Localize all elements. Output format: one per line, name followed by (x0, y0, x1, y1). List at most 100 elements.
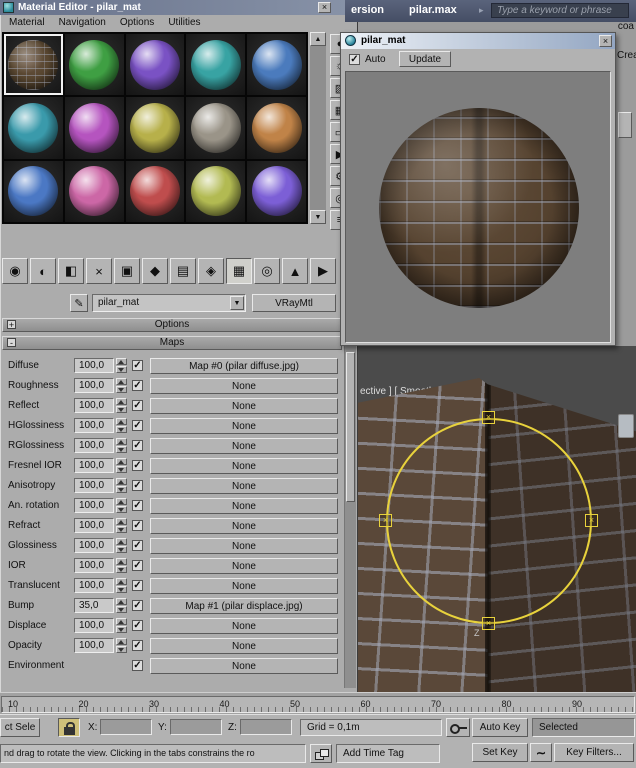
spinner-up-icon[interactable] (116, 558, 127, 565)
preview-title-bar[interactable]: pilar_mat (341, 33, 615, 49)
spinner-up-icon[interactable] (116, 438, 127, 445)
search-input[interactable] (491, 3, 629, 18)
map-amount-input[interactable]: 35,0 (74, 598, 114, 613)
map-slot-button[interactable]: None (150, 378, 338, 394)
map-slot-button[interactable]: None (150, 618, 338, 634)
amount-spinner[interactable] (116, 478, 127, 493)
spinner-down-icon[interactable] (116, 626, 127, 633)
map-enable-checkbox[interactable]: ✓ (132, 360, 143, 371)
map-enable-checkbox[interactable]: ✓ (132, 540, 143, 551)
spinner-down-icon[interactable] (116, 446, 127, 453)
amount-spinner[interactable] (116, 358, 127, 373)
spinner-up-icon[interactable] (116, 618, 127, 625)
add-time-tag[interactable]: Add Time Tag (336, 744, 440, 763)
map-slot-button[interactable]: None (150, 438, 338, 454)
reset-map-icon[interactable]: × (86, 258, 112, 284)
amount-spinner[interactable] (116, 458, 127, 473)
map-slot-button[interactable]: None (150, 638, 338, 654)
sample-slot-3[interactable] (186, 34, 246, 96)
spinner-up-icon[interactable] (116, 578, 127, 585)
sample-slot-9[interactable] (247, 97, 306, 159)
map-amount-input[interactable]: 100,0 (74, 558, 114, 573)
set-key-button[interactable]: Set Key (472, 743, 528, 762)
spinner-down-icon[interactable] (116, 586, 127, 593)
map-slot-button[interactable]: None (150, 478, 338, 494)
map-amount-input[interactable]: 100,0 (74, 638, 114, 653)
rollout-expand-icon[interactable]: + (7, 320, 16, 330)
amount-spinner[interactable] (116, 578, 127, 593)
map-amount-input[interactable]: 100,0 (74, 378, 114, 393)
sample-slot-11[interactable] (64, 160, 124, 222)
sample-slot-10[interactable] (4, 160, 63, 222)
amount-spinner[interactable] (116, 538, 127, 553)
rotate-gizmo-circle[interactable] (386, 418, 592, 624)
amount-spinner[interactable] (116, 558, 127, 573)
sample-slot-5[interactable] (4, 97, 63, 159)
map-enable-checkbox[interactable]: ✓ (132, 640, 143, 651)
amount-spinner[interactable] (116, 398, 127, 413)
map-enable-checkbox[interactable]: ✓ (132, 420, 143, 431)
spinner-up-icon[interactable] (116, 518, 127, 525)
material-editor-close-button[interactable]: × (318, 2, 331, 13)
amount-spinner[interactable] (116, 378, 127, 393)
map-enable-checkbox[interactable]: ✓ (132, 500, 143, 511)
auto-key-button[interactable]: Auto Key (472, 718, 528, 737)
spinner-down-icon[interactable] (116, 566, 127, 573)
spinner-up-icon[interactable] (116, 498, 127, 505)
show-end-result-icon[interactable]: ◎ (254, 258, 280, 284)
rollout-options[interactable]: + Options (2, 318, 342, 332)
map-amount-input[interactable]: 100,0 (74, 498, 114, 513)
rollout-collapse-icon[interactable]: - (7, 338, 16, 348)
spinner-down-icon[interactable] (116, 546, 127, 553)
gizmo-handle-left[interactable]: × (379, 514, 392, 527)
go-forward-to-sibling-icon[interactable]: ▶ (310, 258, 336, 284)
spinner-down-icon[interactable] (116, 426, 127, 433)
amount-spinner[interactable] (116, 518, 127, 533)
assign-material-to-selection-icon[interactable]: ◧ (58, 258, 84, 284)
y-coordinate-field[interactable] (170, 719, 222, 735)
sample-slot-0[interactable] (4, 34, 63, 96)
amount-spinner[interactable] (116, 418, 127, 433)
gizmo-handle-top[interactable]: × (482, 411, 495, 424)
dropdown-arrow-icon[interactable]: ▼ (230, 296, 244, 310)
x-coordinate-field[interactable] (100, 719, 152, 735)
map-amount-input[interactable]: 100,0 (74, 438, 114, 453)
get-material-icon[interactable]: ◉ (2, 258, 28, 284)
amount-spinner[interactable] (116, 598, 127, 613)
spinner-down-icon[interactable] (116, 466, 127, 473)
menu-navigation[interactable]: Navigation (52, 15, 113, 28)
scroll-down-icon[interactable]: ▼ (310, 210, 326, 224)
map-amount-input[interactable]: 100,0 (74, 538, 114, 553)
spinner-up-icon[interactable] (116, 538, 127, 545)
spinner-down-icon[interactable] (116, 606, 127, 613)
sample-slot-14[interactable] (247, 160, 306, 222)
preview-close-button[interactable]: × (599, 35, 612, 47)
map-enable-checkbox[interactable]: ✓ (132, 580, 143, 591)
select-button-fragment[interactable]: ct Sele (0, 718, 40, 737)
map-enable-checkbox[interactable]: ✓ (132, 400, 143, 411)
map-slot-button[interactable]: Map #0 (pilar diffuse.jpg) (150, 358, 338, 374)
sample-slot-13[interactable] (186, 160, 246, 222)
map-slot-button[interactable]: None (150, 538, 338, 554)
key-mode-toggle-button[interactable]: ∼ (530, 743, 552, 762)
map-enable-checkbox[interactable]: ✓ (132, 440, 143, 451)
auto-update-checkbox[interactable]: ✓ (349, 54, 360, 65)
spinner-down-icon[interactable] (116, 406, 127, 413)
map-enable-checkbox[interactable]: ✓ (132, 460, 143, 471)
spinner-up-icon[interactable] (116, 458, 127, 465)
map-amount-input[interactable]: 100,0 (74, 578, 114, 593)
map-amount-input[interactable]: 100,0 (74, 518, 114, 533)
map-slot-button[interactable]: None (150, 458, 338, 474)
map-slot-button[interactable]: None (150, 658, 338, 674)
spinner-down-icon[interactable] (116, 526, 127, 533)
spinner-down-icon[interactable] (116, 646, 127, 653)
sample-slot-1[interactable] (64, 34, 124, 96)
amount-spinner[interactable] (116, 618, 127, 633)
map-slot-button[interactable]: None (150, 398, 338, 414)
sample-slot-12[interactable] (125, 160, 185, 222)
map-enable-checkbox[interactable]: ✓ (132, 520, 143, 531)
selection-lock-button[interactable] (58, 718, 80, 737)
make-material-copy-icon[interactable]: ▣ (114, 258, 140, 284)
menu-options[interactable]: Options (113, 15, 161, 28)
sample-slot-4[interactable] (247, 34, 306, 96)
